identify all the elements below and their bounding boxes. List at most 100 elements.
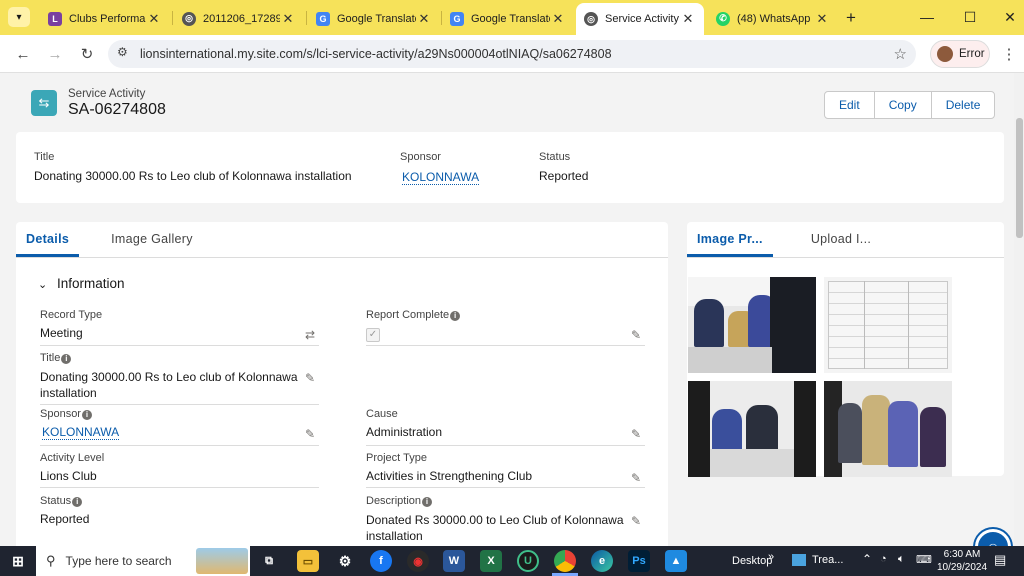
field-value: Reported <box>40 512 90 526</box>
browser-tab-active[interactable]: ◎ Service Activity: S ✕ <box>576 3 704 35</box>
section-title: Information <box>56 276 125 291</box>
highlights-panel: Title Donating 30000.00 Rs to Leo club o… <box>16 132 1004 203</box>
photoshop-icon[interactable]: Ps <box>628 550 650 572</box>
translate-icon: G <box>316 11 330 26</box>
field-value: Administration <box>366 425 443 439</box>
field-label: Title i <box>40 352 319 364</box>
tab-upload-image[interactable]: Upload I... <box>801 224 881 257</box>
maximize-icon[interactable]: ☐ <box>955 6 985 28</box>
reload-icon[interactable]: ↻ <box>76 43 98 65</box>
edit-pencil-icon[interactable]: ✎ <box>631 514 641 528</box>
section-header[interactable]: ⌄ Information <box>38 276 125 291</box>
translate-icon: G <box>450 11 464 26</box>
copy-button[interactable]: Copy <box>873 92 931 118</box>
page-content: ⇆ Service Activity SA-06274808 Edit Copy… <box>0 73 1014 546</box>
chevron-right-icon[interactable]: » <box>768 551 774 563</box>
close-icon[interactable]: ✕ <box>416 11 432 27</box>
menu-kebab-icon[interactable]: ⋮ <box>998 43 1020 65</box>
close-icon[interactable]: ✕ <box>146 11 162 27</box>
desktop-toolbar-label[interactable]: Desktop <box>732 555 772 567</box>
edge-icon[interactable]: e <box>591 550 613 572</box>
keyboard-icon[interactable]: ⌨ <box>916 553 932 566</box>
gallery-image[interactable] <box>824 381 952 477</box>
record-name: SA-06274808 <box>68 101 166 118</box>
edit-pencil-icon[interactable]: ✎ <box>631 427 641 441</box>
volume-icon[interactable]: 🔈︎ <box>898 553 905 566</box>
change-record-type-icon[interactable]: ⇄ <box>305 328 315 342</box>
edit-pencil-icon[interactable]: ✎ <box>631 471 641 485</box>
tab-title: 2011206_1728973 <box>203 12 280 25</box>
chevron-down-icon: ⌄ <box>38 279 48 291</box>
info-icon[interactable]: i <box>422 497 433 507</box>
gallery-image[interactable] <box>688 277 816 373</box>
edit-pencil-icon[interactable]: ✎ <box>305 371 315 385</box>
app-red-icon[interactable]: ◉ <box>407 550 429 572</box>
browser-tab[interactable]: ◎ 2011206_1728973 ✕ <box>174 5 304 32</box>
gallery-image[interactable] <box>824 277 952 373</box>
highlight-title-value: Donating 30000.00 Rs to Leo club of Kolo… <box>34 169 352 183</box>
highlight-sponsor-link[interactable]: KOLONNAWA <box>402 170 480 185</box>
taskbar-search[interactable]: ⚲ Type here to search <box>36 546 250 576</box>
gallery-image[interactable] <box>688 381 816 477</box>
field-value: Lions Club <box>40 469 97 483</box>
edit-button[interactable]: Edit <box>825 92 874 118</box>
tab-image-preview[interactable]: Image Pr... <box>687 224 773 257</box>
close-icon[interactable]: ✕ <box>680 11 696 27</box>
windows-start-icon[interactable]: ⊞ <box>7 550 29 572</box>
clock-time[interactable]: 6:30 AM <box>940 549 984 560</box>
field-value-cont: installation <box>366 529 423 543</box>
network-icon[interactable]: ◔ <box>880 553 887 565</box>
browser-tab[interactable]: G Google Translate ✕ <box>442 5 574 32</box>
profile-button[interactable]: Error <box>930 40 990 68</box>
browser-tab[interactable]: L Clubs Performanc ✕ <box>40 5 170 32</box>
clock-date[interactable]: 10/29/2024 <box>934 562 990 573</box>
new-tab-button[interactable]: + <box>846 8 856 28</box>
close-icon[interactable]: ✕ <box>814 11 830 27</box>
report-complete-checkbox[interactable]: ✓ <box>366 328 380 342</box>
detail-tabs: Details Image Gallery <box>16 224 668 258</box>
browser-tab[interactable]: ✆ (48) WhatsApp ✕ <box>708 5 838 32</box>
browser-toolbar: ← → ↻ ⚙ lionsinternational.my.site.com/s… <box>0 35 1024 73</box>
close-icon[interactable]: ✕ <box>550 11 566 27</box>
edit-pencil-icon[interactable]: ✎ <box>305 427 315 441</box>
file-explorer-icon[interactable]: ▭ <box>297 550 319 572</box>
chevron-up-icon[interactable]: ⌃ <box>862 552 872 566</box>
tab-details[interactable]: Details <box>16 224 80 257</box>
word-icon[interactable]: W <box>443 550 465 572</box>
tray-app-button[interactable]: Trea... <box>792 554 843 566</box>
forward-arrow-icon[interactable]: → <box>44 43 66 65</box>
tray-app-label: Trea... <box>812 554 844 566</box>
sponsor-link[interactable]: KOLONNAWA <box>42 425 120 440</box>
info-icon[interactable]: i <box>450 311 461 321</box>
browser-tab[interactable]: G Google Translate ✕ <box>308 5 440 32</box>
page-scroll-thumb[interactable] <box>1016 118 1023 238</box>
photos-icon[interactable]: ▲ <box>665 550 687 572</box>
field-label: Cause <box>366 408 398 420</box>
site-info-icon[interactable]: ⚙ <box>117 45 128 59</box>
info-icon[interactable]: i <box>81 410 92 420</box>
minimize-icon[interactable]: — <box>912 6 942 28</box>
bookmark-star-icon[interactable]: ☆ <box>894 45 907 63</box>
tab-search-button[interactable]: ▾ <box>8 7 30 27</box>
facebook-icon[interactable]: f <box>370 550 392 572</box>
chrome-icon[interactable] <box>554 550 576 572</box>
info-icon[interactable]: i <box>72 497 83 507</box>
close-icon[interactable]: ✕ <box>280 11 296 27</box>
info-icon[interactable]: i <box>61 354 72 364</box>
app-u-icon[interactable]: U <box>517 550 539 572</box>
close-window-icon[interactable]: ✕ <box>995 6 1024 28</box>
delete-button[interactable]: Delete <box>930 92 995 118</box>
settings-gear-icon[interactable]: ⚙ <box>334 550 356 572</box>
help-chat-button[interactable]: ☺ <box>975 529 1011 546</box>
excel-icon[interactable]: X <box>480 550 502 572</box>
lions-icon: L <box>48 11 62 26</box>
back-arrow-icon[interactable]: ← <box>12 43 34 65</box>
address-bar[interactable]: ⚙ lionsinternational.my.site.com/s/lci-s… <box>108 40 916 68</box>
notification-icon[interactable]: ▤ <box>994 552 1006 568</box>
tab-title: Service Activity: S <box>605 13 680 25</box>
tab-image-gallery[interactable]: Image Gallery <box>101 224 203 257</box>
field-value: Donated Rs 30000.00 to Leo Club of Kolon… <box>366 513 624 527</box>
person-icon: ☺ <box>986 539 1000 546</box>
task-view-icon[interactable]: ⧉ <box>258 550 280 572</box>
edit-pencil-icon[interactable]: ✎ <box>631 328 641 342</box>
